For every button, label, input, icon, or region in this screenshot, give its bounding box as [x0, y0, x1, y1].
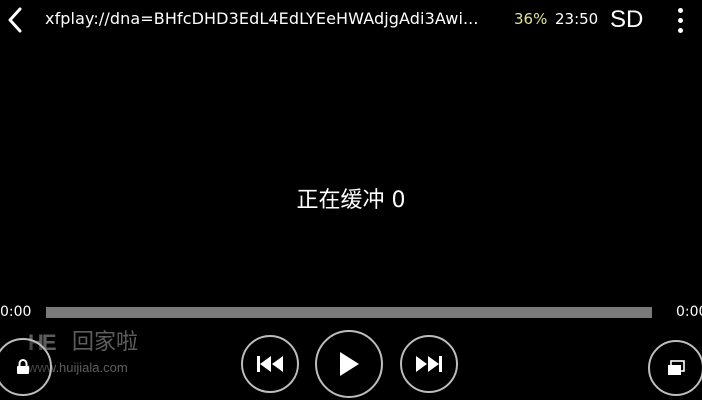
- skip-previous-icon: [257, 356, 283, 372]
- video-player-screen[interactable]: xfplay://dna=BHfcDHD3EdL4EdLYEeHWAdjgAdi…: [0, 0, 702, 400]
- back-button[interactable]: [2, 4, 28, 36]
- skip-next-icon: [416, 356, 442, 372]
- play-button[interactable]: [315, 330, 383, 398]
- quality-button[interactable]: SD: [610, 5, 643, 35]
- watermark-name: 回家啦: [72, 330, 139, 355]
- next-button[interactable]: [400, 335, 458, 393]
- lock-button[interactable]: [0, 338, 52, 396]
- play-icon: [340, 352, 359, 376]
- video-url-title: xfplay://dna=BHfcDHD3EdL4EdLYEeHWAdjgAdi…: [45, 9, 479, 28]
- back-arrow-icon: [8, 7, 22, 33]
- battery-level: 36%: [514, 10, 548, 28]
- top-bar: xfplay://dna=BHfcDHD3EdL4EdLYEeHWAdjgAdi…: [0, 0, 702, 40]
- clock: 23:50: [555, 10, 599, 28]
- buffering-status: 正在缓冲 0: [296, 188, 406, 213]
- lock-icon: [17, 359, 29, 374]
- current-time: 0:00: [0, 304, 32, 320]
- total-time: 0:00: [676, 304, 702, 320]
- pip-window-icon: [668, 360, 685, 375]
- previous-button[interactable]: [241, 335, 299, 393]
- pip-window-button[interactable]: [648, 340, 702, 396]
- seek-bar[interactable]: [46, 307, 652, 318]
- more-menu-button[interactable]: [670, 4, 690, 36]
- more-vertical-icon: [677, 7, 683, 13]
